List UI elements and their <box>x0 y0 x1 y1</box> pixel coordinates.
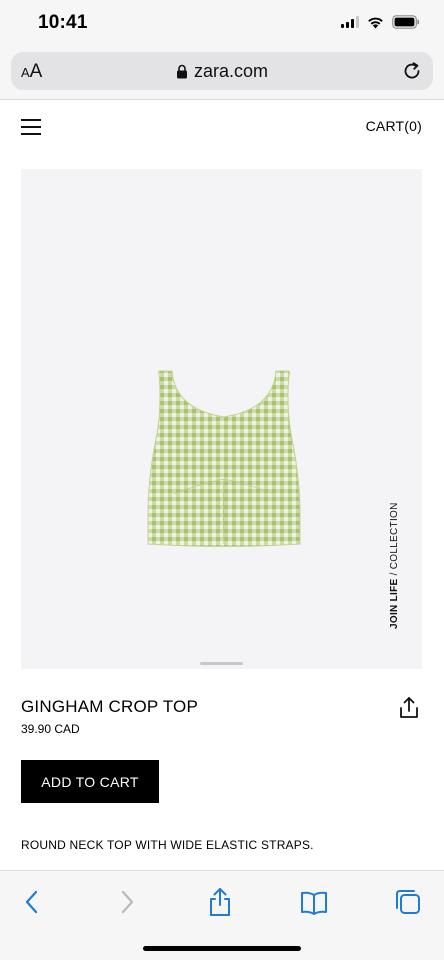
lock-icon <box>176 64 187 79</box>
gingham-crop-top-image <box>147 370 301 547</box>
status-icons <box>341 15 420 29</box>
product-title: GINGHAM CROP TOP <box>21 697 199 716</box>
address-bar[interactable]: AA zara.com <box>11 52 433 90</box>
cellular-signal-icon <box>341 16 359 28</box>
collection-label: JOIN LIFE / COLLECTION <box>389 502 400 629</box>
collection-label-bold: JOIN LIFE <box>389 578 400 629</box>
battery-icon <box>392 15 420 29</box>
browser-top-bar: AA zara.com <box>0 48 444 100</box>
product-image[interactable]: JOIN LIFE / COLLECTION <box>21 169 422 669</box>
wifi-icon <box>368 17 383 28</box>
url-display[interactable]: zara.com <box>11 61 433 82</box>
product-description: ROUND NECK TOP WITH WIDE ELASTIC STRAPS. <box>21 838 314 852</box>
collection-label-rest: / COLLECTION <box>389 502 400 579</box>
reload-icon[interactable] <box>401 60 423 82</box>
site-header: CART(0) <box>0 101 444 151</box>
status-time: 10:41 <box>38 12 88 33</box>
hamburger-menu-icon[interactable] <box>21 119 41 135</box>
tabs-icon[interactable] <box>393 887 423 917</box>
url-text: zara.com <box>193 61 269 81</box>
add-to-cart-button[interactable]: ADD TO CART <box>21 760 159 803</box>
product-price: 39.90 CAD <box>21 722 80 736</box>
browser-bottom-toolbar <box>0 870 444 960</box>
cart-link[interactable]: CART(0) <box>366 118 422 134</box>
forward-chevron-icon[interactable] <box>112 887 142 917</box>
share-icon[interactable] <box>398 696 420 720</box>
home-indicator <box>143 946 301 951</box>
bookmarks-book-icon[interactable] <box>299 887 329 917</box>
status-bar: 10:41 <box>0 0 444 48</box>
image-scroll-indicator <box>200 662 243 665</box>
share-toolbar-icon[interactable] <box>205 887 235 917</box>
back-chevron-icon[interactable] <box>17 887 47 917</box>
